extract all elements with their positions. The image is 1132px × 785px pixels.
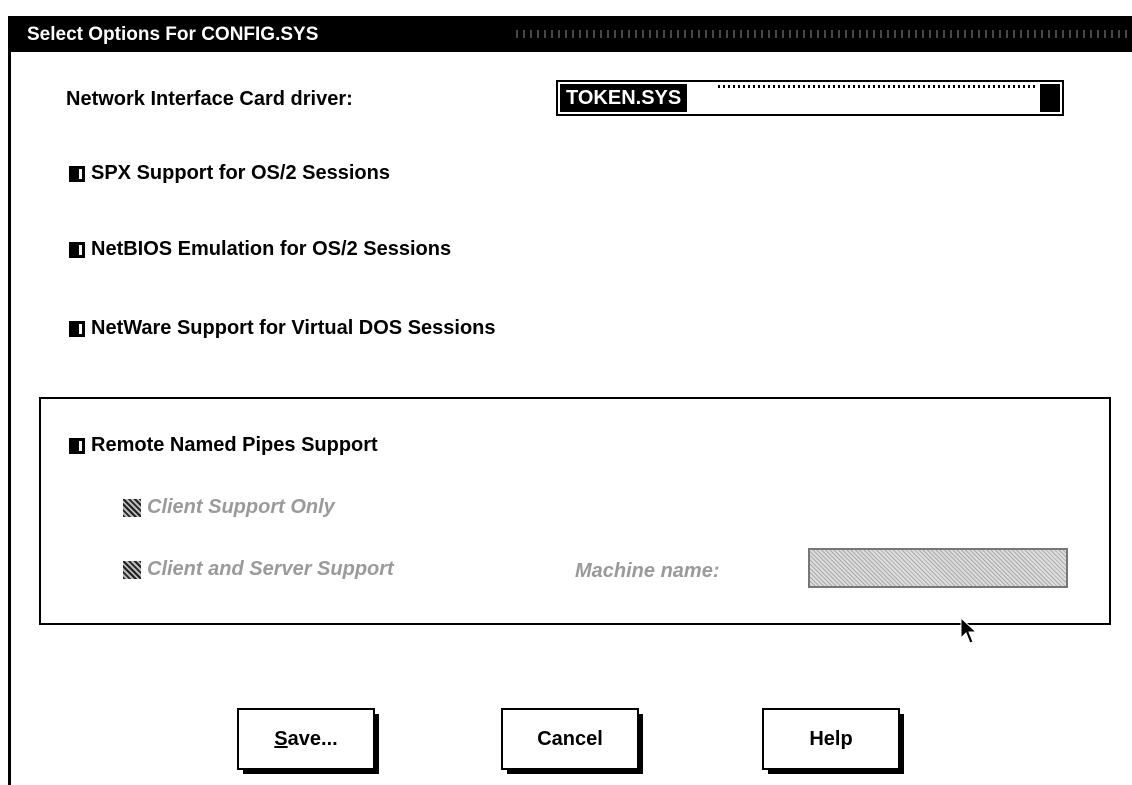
nic-driver-dropdown[interactable]: TOKEN.SYS (556, 80, 1064, 116)
nic-driver-label: Network Interface Card driver: (66, 88, 353, 110)
cancel-button[interactable]: Cancel (501, 708, 643, 774)
machine-name-label: Machine name: (575, 560, 720, 582)
machine-name-input[interactable] (808, 548, 1068, 588)
checkbox-checked-icon (69, 241, 85, 258)
checkbox-checked-icon (69, 437, 85, 454)
netbios-emulation-checkbox[interactable]: NetBIOS Emulation for OS/2 Sessions (69, 238, 451, 261)
checkbox-checked-icon (69, 320, 85, 337)
mouse-pointer-icon (960, 616, 978, 644)
client-support-only-radio[interactable]: Client Support Only (123, 496, 335, 519)
save-label: Save... (274, 728, 337, 751)
title-bar-texture (511, 30, 1132, 38)
radio-disabled-icon (123, 498, 141, 517)
checkbox-checked-icon (69, 165, 85, 182)
window-title: Select Options For CONFIG.SYS (27, 24, 319, 45)
spx-support-checkbox[interactable]: SPX Support for OS/2 Sessions (69, 162, 390, 185)
nic-driver-value: TOKEN.SYS (560, 84, 688, 112)
client-server-support-radio[interactable]: Client and Server Support (123, 558, 394, 581)
remote-named-pipes-label: Remote Named Pipes Support (91, 434, 378, 456)
dropdown-dotted-line (718, 85, 1036, 88)
remote-named-pipes-checkbox[interactable]: Remote Named Pipes Support (69, 434, 378, 457)
netware-support-checkbox[interactable]: NetWare Support for Virtual DOS Sessions (69, 317, 496, 340)
help-button[interactable]: Help (762, 708, 904, 774)
save-mnemonic: S (274, 727, 288, 750)
cancel-label: Cancel (537, 727, 603, 750)
client-support-only-label: Client Support Only (147, 496, 335, 518)
netbios-emulation-label: NetBIOS Emulation for OS/2 Sessions (91, 238, 452, 260)
save-button[interactable]: Save... (237, 708, 379, 774)
title-bar[interactable]: Select Options For CONFIG.SYS (11, 18, 1132, 52)
save-label-rest: ave... (287, 727, 338, 750)
help-label: Help (809, 727, 853, 750)
spx-support-label: SPX Support for OS/2 Sessions (91, 162, 390, 184)
config-sys-dialog: Select Options For CONFIG.SYS Network In… (8, 16, 1132, 785)
dropdown-arrow-icon[interactable] (1040, 84, 1060, 112)
netware-support-label: NetWare Support for Virtual DOS Sessions (91, 317, 496, 339)
radio-disabled-icon (123, 560, 141, 579)
client-server-support-label: Client and Server Support (147, 558, 394, 580)
